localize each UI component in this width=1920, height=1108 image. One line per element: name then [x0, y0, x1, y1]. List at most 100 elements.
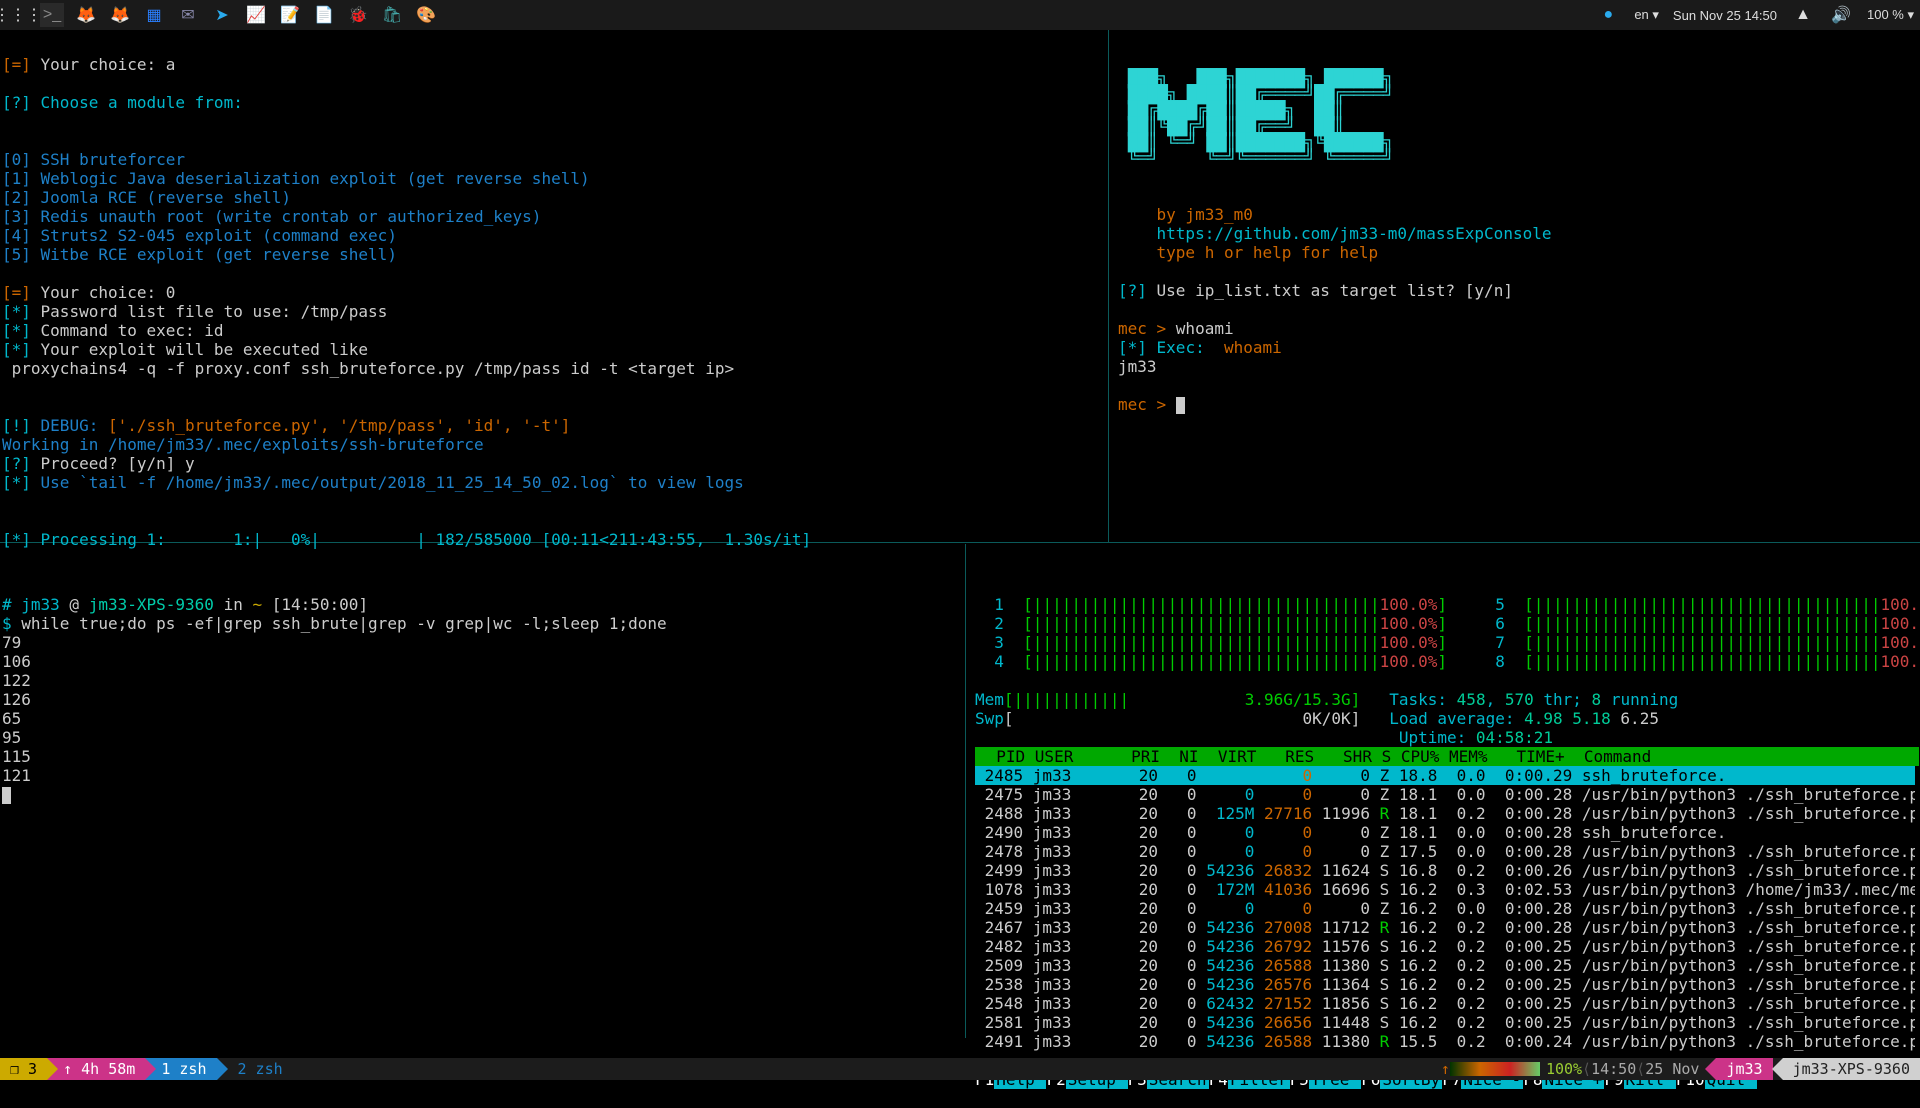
gimp-icon[interactable]: 🎨 [414, 3, 438, 27]
output-text: 95 [2, 728, 21, 747]
pane-htop[interactable]: 1 [||||||||||||||||||||||||||||||||||||1… [975, 576, 1915, 1108]
clock[interactable]: Sun Nov 25 14:50 [1673, 8, 1777, 23]
cpu-percent: 100% [1546, 1060, 1582, 1078]
tmux-window[interactable]: 2 zsh [228, 1058, 293, 1080]
menu-item: [2] Joomla RCE (reverse shell) [2, 188, 291, 207]
process-row[interactable]: 2478 jm33 20 0 0 0 0 Z 17.5 0.0 0:00.28 … [975, 842, 1915, 861]
process-row[interactable]: 2467 jm33 20 0 54236 27008 11712 R 16.2 … [975, 918, 1915, 937]
process-row[interactable]: 2488 jm33 20 0 125M 27716 11996 R 18.1 0… [975, 804, 1915, 823]
output-text: 65 [2, 709, 21, 728]
stats-icon[interactable]: 📈 [244, 3, 268, 27]
menu-item: [0] SSH bruteforcer [2, 150, 185, 169]
running-count: 8 [1592, 690, 1602, 709]
prompt-marker: [*] [2, 340, 31, 359]
prompt-marker: [?] [1118, 281, 1147, 300]
process-row[interactable]: 2538 jm33 20 0 54236 26576 11364 S 16.2 … [975, 975, 1915, 994]
prompt-path: ~ [252, 595, 262, 614]
cpu-meter: 1 [||||||||||||||||||||||||||||||||||||1… [975, 595, 1915, 614]
process-row[interactable]: 2581 jm33 20 0 54236 26656 11448 S 16.2 … [975, 1013, 1915, 1032]
separator-icon [1705, 1058, 1716, 1080]
load-1: 4.98 [1524, 709, 1563, 728]
process-row[interactable]: 2485 jm33 20 0 0 0 0 Z 18.8 0.0 0:00.29 … [975, 766, 1915, 785]
apps-icon[interactable]: ⋮⋮⋮ [6, 3, 30, 27]
output-text: Proceed? [y/n] y [31, 454, 195, 473]
pane-mec-banner[interactable]: ███╗ ███╗███████╗ ██████╗ ████╗ ████║██╔… [1118, 36, 1908, 414]
pane-mec-main[interactable]: [=] Your choice: a [?] Choose a module f… [2, 36, 1102, 549]
firefox-dev-icon[interactable]: 🦊 [108, 3, 132, 27]
tmux-pane-divider[interactable] [965, 544, 966, 1038]
separator-icon [1772, 1058, 1783, 1080]
output-text: 126 [2, 690, 31, 709]
output-text: Choose a module from: [31, 93, 243, 112]
ascii-logo: ███╗ ███╗███████╗ ██████╗ ████╗ ████║██╔… [1118, 55, 1908, 167]
file-icon[interactable]: 📄 [312, 3, 336, 27]
menu-item: [3] Redis unauth root (write crontab or … [2, 207, 541, 226]
pane-shell[interactable]: # jm33 @ jm33-XPS-9360 in ~ [14:50:00] $… [2, 576, 952, 804]
menu-item: [1] Weblogic Java deserialization exploi… [2, 169, 590, 188]
tmux-date: 25 Nov [1645, 1060, 1699, 1078]
shell-prompt: mec > [1118, 319, 1176, 338]
prompt-marker: [=] [2, 283, 31, 302]
desktop-topbar: ⋮⋮⋮ >_ 🦊 🦊 ▦ ✉ ➤ 📈 📝 📄 🐞 🛍 🎨 ● en ▾ Sun … [0, 0, 1920, 30]
process-row[interactable]: 2548 jm33 20 0 62432 27152 11856 S 16.2 … [975, 994, 1915, 1013]
process-row[interactable]: 2509 jm33 20 0 54236 26588 11380 S 16.2 … [975, 956, 1915, 975]
process-row[interactable]: 1078 jm33 20 0 172M 41036 16696 S 16.2 0… [975, 880, 1915, 899]
tmux-status-bar[interactable]: ❐ 3 ↑ 4h 58m 1 zsh 2 zsh ↑ 100% ⟨ 14:50 … [0, 1058, 1920, 1080]
vm-icon[interactable]: ▦ [142, 3, 166, 27]
uptime-label: Uptime: [1399, 728, 1476, 747]
prompt-marker: [*] [2, 473, 31, 492]
process-list-header[interactable]: PID USER PRI NI VIRT RES SHR S CPU% MEM%… [975, 747, 1919, 766]
process-row[interactable]: 2491 jm33 20 0 54236 26588 11380 R 15.5 … [975, 1032, 1915, 1051]
prompt-marker: [=] [2, 55, 31, 74]
exec-label: Exec: [1147, 338, 1224, 357]
output-text: jm33 [1118, 357, 1157, 376]
language-indicator[interactable]: en ▾ [1634, 7, 1659, 23]
mail-icon[interactable]: ✉ [176, 3, 200, 27]
telegram-icon[interactable]: ➤ [210, 3, 234, 27]
swap-bar: [ 0K/0K] [1004, 709, 1360, 728]
tmux-user: jm33 [1716, 1058, 1772, 1080]
tmux-time: 14:50 [1591, 1060, 1636, 1078]
wifi-icon[interactable]: ▲ [1791, 3, 1815, 27]
load-label: Load average: [1389, 709, 1524, 728]
output-text: Your choice: a [31, 55, 176, 74]
prompt-marker: [?] [2, 93, 31, 112]
terminal-icon[interactable]: >_ [40, 3, 64, 27]
process-row[interactable]: 2490 jm33 20 0 0 0 0 Z 18.1 0.0 0:00.28 … [975, 823, 1915, 842]
shop-icon[interactable]: 🛍 [380, 3, 404, 27]
tasks-count: 458 [1457, 690, 1486, 709]
process-row[interactable]: 2475 jm33 20 0 0 0 0 Z 18.1 0.0 0:00.28 … [975, 785, 1915, 804]
prompt-at: @ [60, 595, 89, 614]
tmux-session[interactable]: ❐ 3 [0, 1058, 47, 1080]
editor-icon[interactable]: 📝 [278, 3, 302, 27]
bug-icon[interactable]: 🐞 [346, 3, 370, 27]
prompt-host: jm33-XPS-9360 [89, 595, 214, 614]
output-text: 115 [2, 747, 31, 766]
load-15: 6.25 [1620, 709, 1659, 728]
tmux-pane-divider[interactable] [1108, 30, 1109, 542]
firefox-icon[interactable]: 🦊 [74, 3, 98, 27]
prompt-user: jm33 [21, 595, 60, 614]
output-text: 121 [2, 766, 31, 785]
volume-icon[interactable]: 🔊 [1829, 3, 1853, 27]
battery-indicator[interactable]: 100 % ▾ [1867, 7, 1914, 23]
output-text: Your exploit will be executed like [31, 340, 368, 359]
banner-url: https://github.com/jm33-m0/massExpConsol… [1157, 224, 1552, 243]
process-row[interactable]: 2459 jm33 20 0 0 0 0 Z 16.2 0.0 0:00.28 … [975, 899, 1915, 918]
notify-icon[interactable]: ● [1596, 3, 1620, 27]
tmux-host: jm33-XPS-9360 [1783, 1058, 1920, 1080]
output-text: DEBUG: [31, 416, 108, 435]
tasks-label: Tasks: [1389, 690, 1456, 709]
process-row[interactable]: 2499 jm33 20 0 54236 26832 11624 S 16.8 … [975, 861, 1915, 880]
process-row[interactable]: 2482 jm33 20 0 54236 26792 11576 S 16.2 … [975, 937, 1915, 956]
banner-help: type h or help for help [1157, 243, 1379, 262]
output-text: Working in /home/jm33/.mec/exploits/ssh-… [2, 435, 484, 454]
shell-command: whoami [1176, 319, 1234, 338]
separator-icon [145, 1058, 156, 1080]
menu-item: [5] Witbe RCE exploit (get reverse shell… [2, 245, 397, 264]
shell-prompt[interactable]: mec > [1118, 395, 1176, 414]
swap-label: Swp [975, 709, 1004, 728]
cpu-meter: 4 [||||||||||||||||||||||||||||||||||||1… [975, 652, 1915, 671]
arrow-up-icon: ↑ [1441, 1060, 1450, 1078]
exec-command: whoami [1224, 338, 1282, 357]
